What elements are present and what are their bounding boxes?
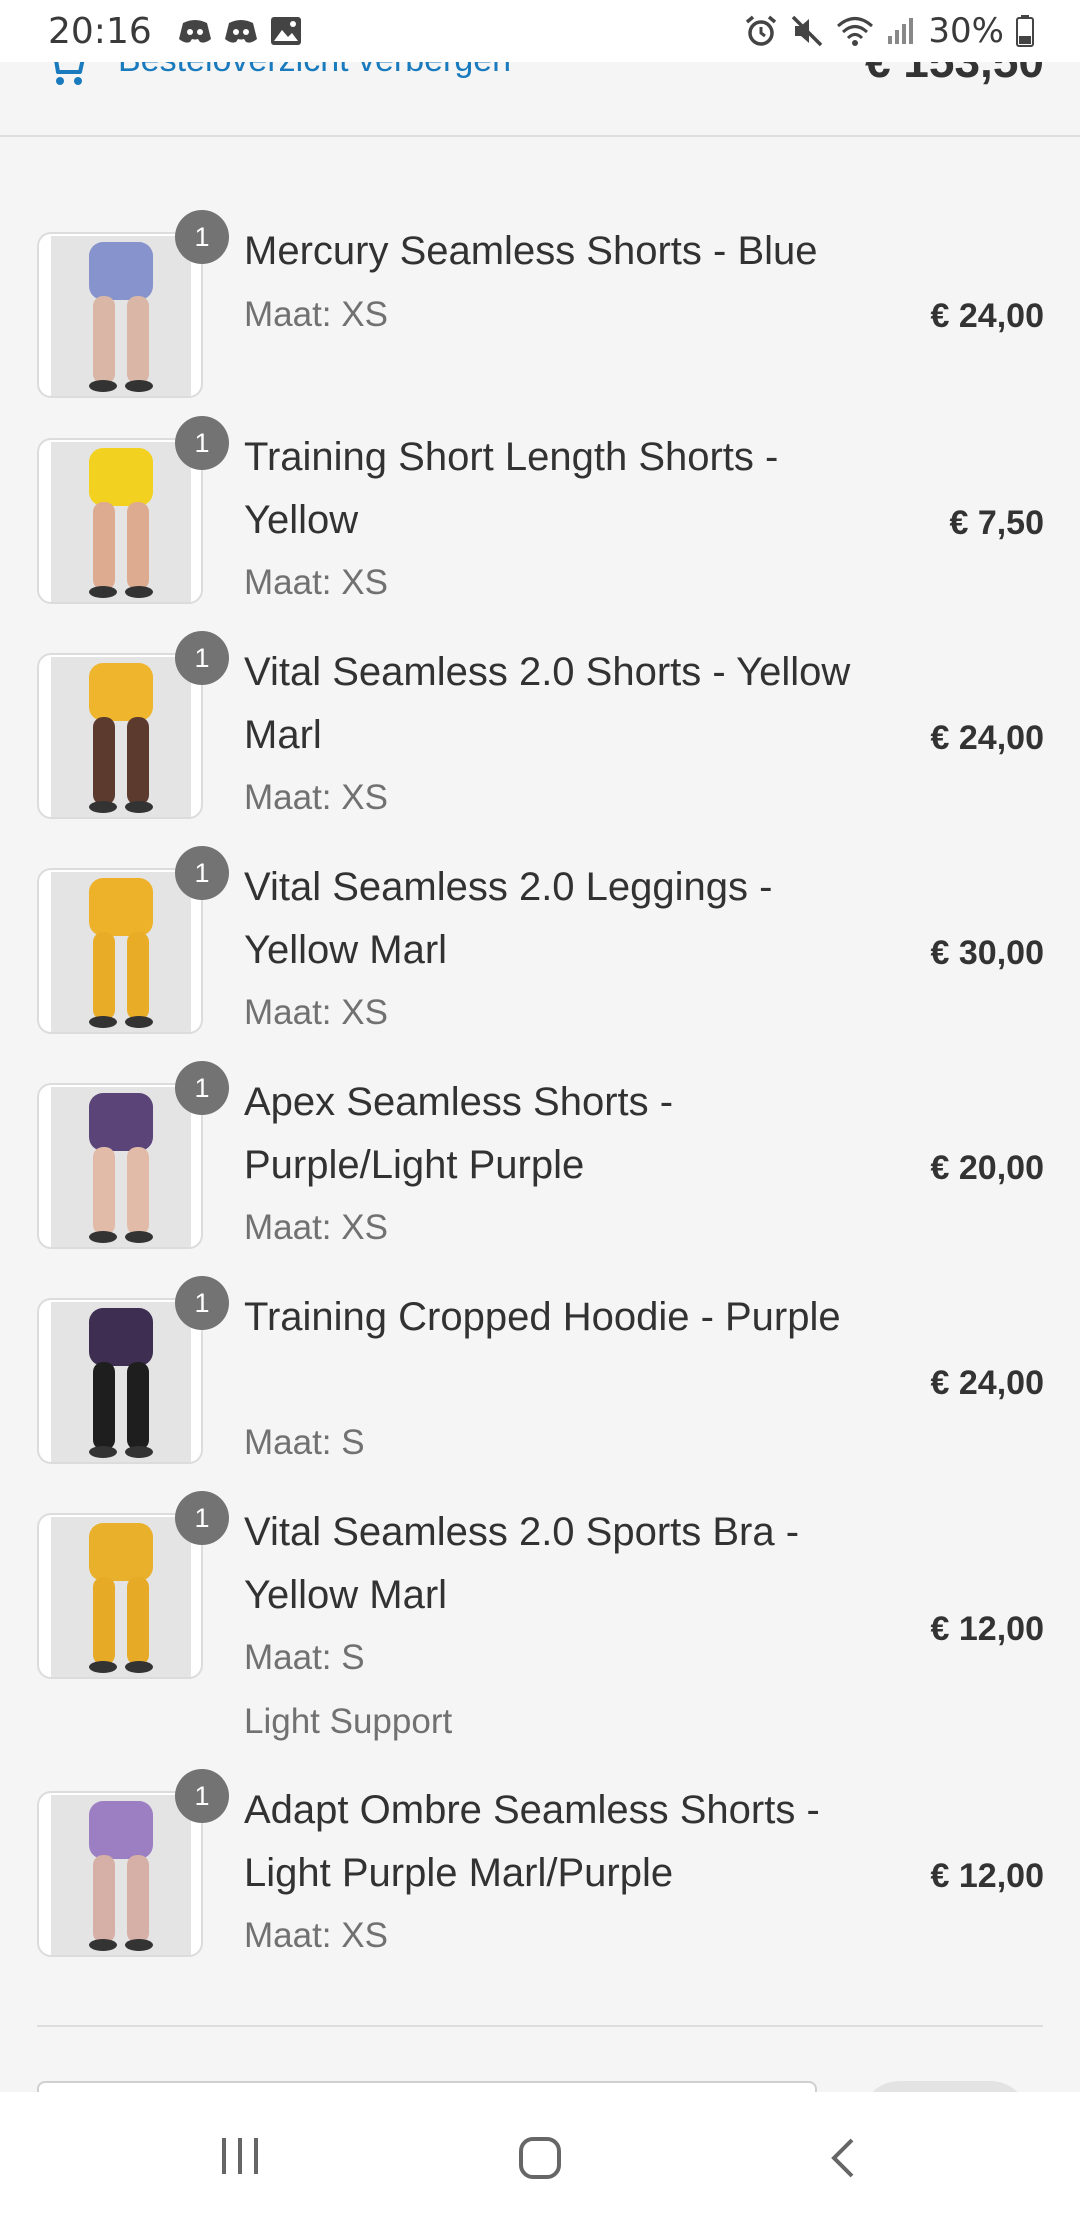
status-time: 20:16 <box>48 10 152 52</box>
product-price: € 12,00 <box>930 1857 1044 1895</box>
quantity-badge: 1 <box>175 1491 229 1545</box>
quantity-badge: 1 <box>175 1061 229 1115</box>
wifi-icon <box>836 15 874 47</box>
quantity-badge: 1 <box>175 846 229 900</box>
product-price: € 24,00 <box>930 297 1044 335</box>
product-thumbnail: 1 <box>37 1061 229 1249</box>
product-name: Adapt Ombre Seamless Shorts - Light Purp… <box>244 1788 820 1895</box>
product-name: Mercury Seamless Shorts - Blue <box>244 229 818 273</box>
product-price: € 12,00 <box>930 1610 1044 1648</box>
product-price: € 24,00 <box>930 719 1044 757</box>
product-thumbnail: 1 <box>37 1491 229 1679</box>
navigation-bar <box>0 2092 1080 2220</box>
battery-icon <box>1016 15 1034 47</box>
product-thumbnail: 1 <box>37 1769 229 1957</box>
product-thumbnail: 1 <box>37 631 229 819</box>
product-size: Maat: XS <box>244 1916 388 1955</box>
product-size: Maat: XS <box>244 563 388 602</box>
image-icon <box>270 16 302 46</box>
alarm-icon <box>744 14 778 48</box>
product-name: Vital Seamless 2.0 Leggings - Yellow Mar… <box>244 865 773 972</box>
divider <box>37 2025 1043 2027</box>
product-thumbnail: 1 <box>37 846 229 1034</box>
product-thumbnail: 1 <box>37 416 229 604</box>
product-thumbnail: 1 <box>37 210 229 398</box>
product-price: € 24,00 <box>930 1364 1044 1402</box>
back-icon[interactable] <box>826 2136 860 2185</box>
product-size: Maat: S <box>244 1423 365 1462</box>
product-size: Maat: XS <box>244 1208 388 1247</box>
product-size: Maat: XS <box>244 993 388 1032</box>
product-size: Maat: S <box>244 1638 365 1677</box>
quantity-badge: 1 <box>175 1769 229 1823</box>
product-thumbnail: 1 <box>37 1276 229 1464</box>
product-name: Vital Seamless 2.0 Shorts - Yellow Marl <box>244 650 851 757</box>
product-name: Training Cropped Hoodie - Purple <box>244 1295 841 1339</box>
quantity-badge: 1 <box>175 631 229 685</box>
discord-icon <box>178 17 212 45</box>
product-name: Training Short Length Shorts - Yellow <box>244 435 779 542</box>
product-size: Maat: XS <box>244 295 388 334</box>
mute-icon <box>790 14 824 48</box>
quantity-badge: 1 <box>175 416 229 470</box>
battery-percentage: 30% <box>928 11 1004 51</box>
discord-icon <box>224 17 258 45</box>
product-name: Apex Seamless Shorts - Purple/Light Purp… <box>244 1080 674 1187</box>
product-variant: Light Support <box>244 1702 453 1741</box>
product-price: € 7,50 <box>949 504 1044 542</box>
product-name: Vital Seamless 2.0 Sports Bra - Yellow M… <box>244 1510 800 1617</box>
product-price: € 20,00 <box>930 1149 1044 1187</box>
quantity-badge: 1 <box>175 210 229 264</box>
home-icon[interactable] <box>518 2136 562 2185</box>
product-price: € 30,00 <box>930 934 1044 972</box>
status-bar: 20:16 30% <box>0 0 1080 62</box>
recents-icon[interactable] <box>218 2136 262 2181</box>
quantity-badge: 1 <box>175 1276 229 1330</box>
signal-icon <box>886 16 916 46</box>
product-size: Maat: XS <box>244 778 388 817</box>
